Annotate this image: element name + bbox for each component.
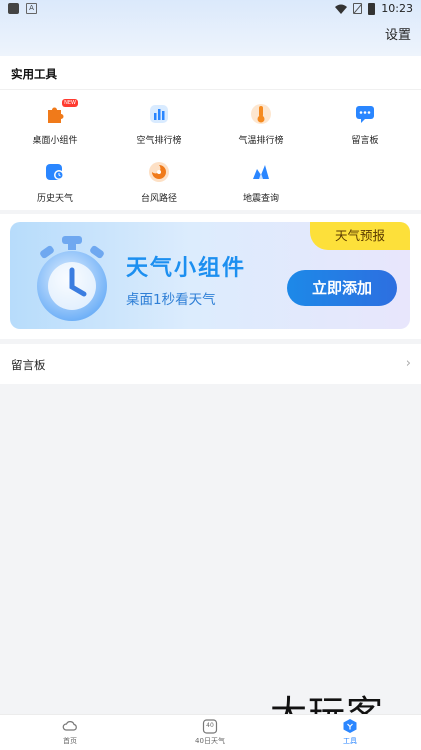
puzzle-icon: NEW xyxy=(44,99,78,125)
earthquake-icon xyxy=(250,161,272,183)
tool-temp-ranking[interactable]: 气温排行榜 xyxy=(211,103,311,146)
tool-air-ranking[interactable]: 空气排行榜 xyxy=(109,103,209,146)
settings-button[interactable]: 设置 xyxy=(385,24,411,43)
tool-label: 历史天气 xyxy=(36,194,73,204)
tools-title: 实用工具 xyxy=(11,67,57,81)
tool-label: 空气排行榜 xyxy=(136,136,182,146)
tool-label: 留言板 xyxy=(351,136,379,146)
tool-history-weather[interactable]: 历史天气 xyxy=(5,161,105,204)
wifi-icon xyxy=(335,4,348,14)
status-time: 10:23 xyxy=(381,2,413,15)
tool-label: 地震查询 xyxy=(242,194,279,204)
message-board-label: 留言板 xyxy=(11,358,46,372)
nav-label: 首页 xyxy=(63,737,77,745)
divider xyxy=(0,89,421,90)
nav-label: 40日天气 xyxy=(195,737,225,745)
nav-home[interactable]: 首页 xyxy=(30,718,110,746)
typhoon-icon xyxy=(148,161,170,183)
add-now-button[interactable]: 立即添加 xyxy=(287,270,397,306)
app-notification-icon: A xyxy=(26,3,37,14)
banner-subtitle: 桌面1秒看天气 xyxy=(126,292,216,308)
tool-label: 台风路径 xyxy=(140,194,177,204)
battery-icon xyxy=(368,2,376,15)
tool-label: 气温排行榜 xyxy=(238,136,284,146)
nav-tools[interactable]: 工具 xyxy=(310,718,390,746)
widget-promo-banner[interactable]: 天气预报 天气小组件 桌面1秒看天气 立即添加 xyxy=(10,222,410,329)
new-badge: NEW xyxy=(62,99,78,107)
tool-message-board[interactable]: 留言板 xyxy=(315,103,415,146)
nav-label: 工具 xyxy=(343,737,357,745)
bar-chart-icon xyxy=(148,103,170,125)
history-weather-icon xyxy=(44,161,66,183)
calendar-number: 40 xyxy=(206,722,214,729)
status-bar: A 10:23 xyxy=(0,0,421,18)
thermometer-icon xyxy=(250,103,272,125)
weather-forecast-tag: 天气预报 xyxy=(310,222,410,250)
banner-section: 天气预报 天气小组件 桌面1秒看天气 立即添加 xyxy=(0,214,421,339)
stopwatch-icon xyxy=(37,236,107,321)
notification-icon xyxy=(8,3,19,14)
tool-earthquake-query[interactable]: 地震查询 xyxy=(211,161,311,204)
nav-40-day-weather[interactable]: 40 40日天气 xyxy=(170,718,250,746)
banner-title: 天气小组件 xyxy=(126,256,247,281)
tool-typhoon-path[interactable]: 台风路径 xyxy=(109,161,209,204)
calendar-40-icon: 40 xyxy=(202,718,218,734)
tool-desktop-widget[interactable]: NEW 桌面小组件 xyxy=(5,99,105,146)
tools-section: 实用工具 NEW 桌面小组件 空气排行榜 气温排行榜 留言板 历史天气 台风路径… xyxy=(0,56,421,210)
tools-icon xyxy=(342,718,358,734)
message-board-icon xyxy=(354,103,376,125)
chevron-right-icon: › xyxy=(405,356,411,371)
bottom-nav: 首页 40 40日天气 工具 xyxy=(0,714,421,750)
no-sim-icon xyxy=(353,3,363,14)
message-board-row[interactable]: 留言板 › xyxy=(0,344,421,384)
tool-label: 桌面小组件 xyxy=(32,136,78,146)
home-cloud-icon xyxy=(62,718,78,734)
